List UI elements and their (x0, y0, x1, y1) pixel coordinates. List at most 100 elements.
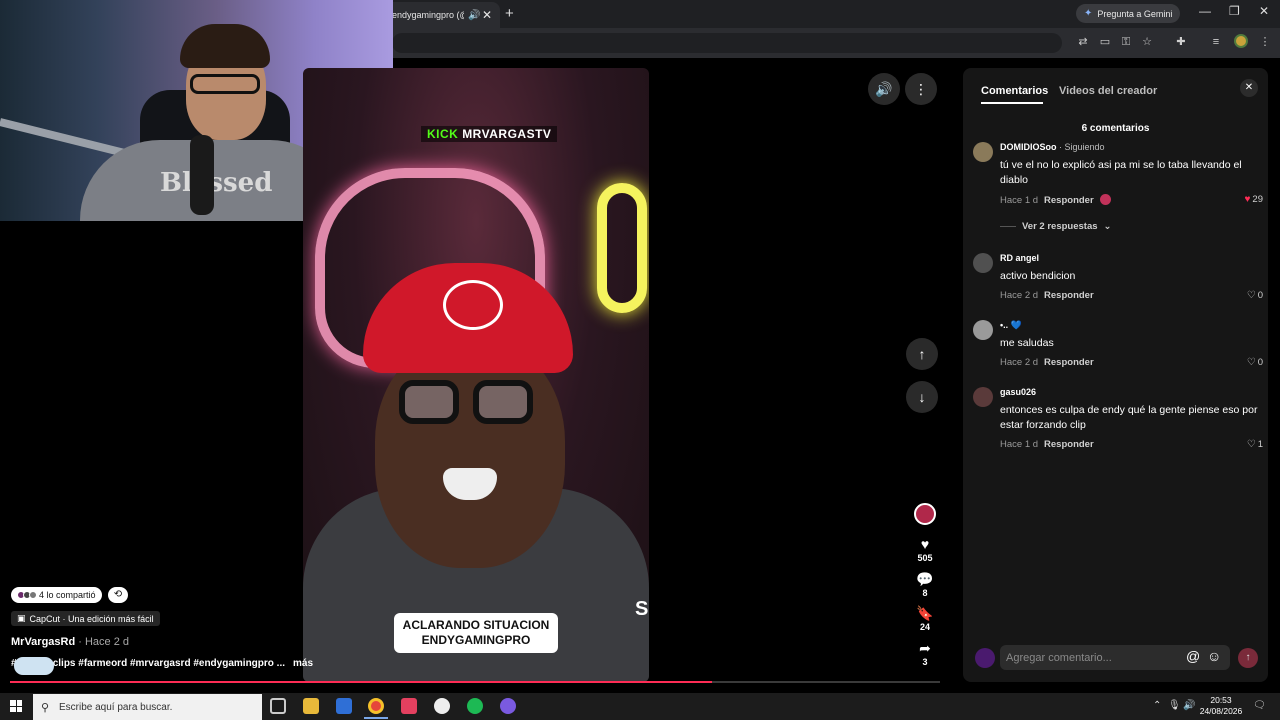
comment-text: tú ve el no lo explicó asi pa mi se lo t… (1000, 159, 1242, 186)
mention-icon[interactable]: @ (1186, 648, 1200, 664)
comment-like[interactable]: ♥ 29 (1244, 194, 1263, 205)
caption-line-1: ACLARANDO SITUACION (402, 618, 550, 632)
floating-chip[interactable] (14, 657, 54, 675)
tab-audio-icon[interactable]: 🔊 (468, 10, 480, 21)
view-replies[interactable]: Ver 2 respuestas ⌄ (1000, 221, 1112, 232)
minimize-icon[interactable]: — (1199, 4, 1211, 18)
comment-input[interactable] (1000, 645, 1170, 670)
browser-menu-icon[interactable]: ⋮ (1258, 35, 1272, 49)
tab-comments[interactable]: Comentarios (981, 85, 1048, 97)
like-button[interactable]: ♥ 505 (905, 536, 945, 564)
bookmark-icon: 🔖 (916, 605, 934, 621)
discord-icon[interactable] (500, 698, 516, 714)
tab-creator-videos[interactable]: Videos del creador (1059, 85, 1157, 97)
comment-user[interactable]: DOMIDIOSoo · Siguiendo (1000, 142, 1105, 152)
comment-like[interactable]: ♡ 0 (1247, 290, 1263, 301)
cast-icon[interactable]: ▭ (1098, 35, 1112, 49)
comments-count: 6 comentarios (1081, 123, 1150, 134)
windows-start-icon[interactable] (10, 700, 22, 712)
comment-avatar[interactable] (973, 142, 993, 162)
comment-meta: Hace 1 d Responder (1000, 194, 1111, 206)
reply-button[interactable]: Responder (1044, 195, 1094, 206)
taskbar-search[interactable]: ⚲ Escribe aquí para buscar. (33, 694, 262, 720)
comment-user[interactable]: RD angel (1000, 253, 1039, 263)
capcut-app-icon[interactable] (401, 698, 417, 714)
address-bar[interactable] (392, 33, 1062, 53)
translate-icon[interactable]: ⇄ (1076, 35, 1090, 49)
share-button[interactable]: ➦ 3 (905, 640, 945, 668)
file-explorer-icon[interactable] (303, 698, 319, 714)
chrome-icon[interactable] (368, 698, 384, 714)
comment-meta: Hace 2 d Responder (1000, 290, 1094, 301)
author-name: MrVargasRd (11, 636, 76, 648)
media-control-icon[interactable]: ≡ (1209, 35, 1223, 49)
volume-icon[interactable]: 🔊 (1183, 700, 1195, 711)
close-icon[interactable]: ✕ (1240, 79, 1258, 97)
save-button[interactable]: 🔖 24 (905, 605, 945, 633)
store-icon[interactable] (336, 698, 352, 714)
current-user-avatar (975, 648, 995, 668)
task-view-icon[interactable] (270, 698, 286, 714)
password-key-icon[interactable]: ⚿ (1119, 35, 1133, 49)
previous-video-button[interactable]: ↑ (906, 338, 938, 370)
tray-chevron-icon[interactable]: ⌃ (1153, 700, 1161, 711)
video-player[interactable]: KICK MRVARGASTV ACLARANDO SITUACION ENDY… (303, 68, 649, 682)
repost-icon[interactable]: ⟲ (108, 587, 128, 603)
sound-button[interactable]: 🔊 (868, 73, 900, 105)
more-options-button[interactable]: ⋮ (905, 73, 937, 105)
shared-text: 4 lo compartió (39, 590, 96, 600)
bookmark-star-icon[interactable]: ☆ (1140, 35, 1154, 49)
comment-user[interactable]: gasu026 (1000, 387, 1036, 397)
comment-avatar[interactable] (973, 387, 993, 407)
browser-tab[interactable]: endygamingpro (@en 🔊 ✕ (382, 2, 500, 28)
comment-username: DOMIDIOSoo (1000, 142, 1057, 152)
capcut-text: CapCut · Una edición más fácil (29, 613, 154, 624)
steam-icon[interactable] (434, 698, 450, 714)
comment-like[interactable]: ♡ 1 (1247, 439, 1263, 450)
cap-logo (443, 280, 503, 330)
shared-by-badge[interactable]: 4 lo compartió (11, 587, 102, 603)
extensions-icon[interactable]: ✚ (1174, 35, 1188, 49)
active-app-indicator (364, 717, 388, 719)
more-link[interactable]: más (293, 658, 313, 669)
creator-avatar[interactable] (914, 503, 936, 525)
send-button[interactable]: ↑ (1238, 648, 1258, 668)
comment-like-count: 0 (1257, 357, 1263, 368)
new-tab-icon[interactable]: + (505, 5, 514, 22)
reply-button[interactable]: Responder (1044, 290, 1094, 301)
profile-avatar[interactable] (1234, 34, 1248, 48)
heart-outline-icon: ♡ (1246, 439, 1256, 450)
reply-button[interactable]: Responder (1044, 357, 1094, 368)
comment-like-count: 0 (1257, 290, 1263, 301)
next-video-button[interactable]: ↓ (906, 381, 938, 413)
clock-time: 20:53 (1210, 695, 1232, 705)
microphone-icon[interactable]: 🎙 (1168, 700, 1181, 711)
shirt-print: Blessed (160, 168, 273, 198)
video-glasses-right (473, 380, 533, 424)
comment-user[interactable]: •.. 💙 (1000, 320, 1022, 331)
comment-avatar[interactable] (973, 320, 993, 340)
comment-text: me saludas (1000, 337, 1054, 349)
window-close-icon[interactable]: ✕ (1259, 4, 1269, 18)
comments-panel: Comentarios Videos del creador ✕ 6 comen… (963, 68, 1268, 682)
spotify-icon[interactable] (467, 698, 483, 714)
taskbar-clock[interactable]: 20:53 24/08/2026 (1197, 695, 1245, 717)
post-author[interactable]: MrVargasRd · Hace 2 d (11, 636, 129, 648)
emoji-icon[interactable]: ☺ (1207, 648, 1221, 664)
comment-like[interactable]: ♡ 0 (1247, 357, 1263, 368)
restore-icon[interactable]: ❐ (1229, 4, 1240, 18)
comment-like-count: 1 (1257, 439, 1263, 450)
video-edge-letter: S (635, 598, 649, 620)
creator-liked-icon (1099, 194, 1111, 205)
capcut-badge[interactable]: ▣ CapCut · Una edición más fácil (11, 611, 160, 626)
comment-button[interactable]: 💬 8 (905, 571, 945, 599)
reply-button[interactable]: Responder (1044, 439, 1094, 450)
shared-avatars (17, 591, 37, 599)
notifications-icon[interactable]: 🗨 (1253, 700, 1266, 711)
speaker-icon: 🔊 (875, 80, 893, 97)
view-replies-text: Ver 2 respuestas (1022, 221, 1098, 232)
gemini-button[interactable]: ✦ Pregunta a Gemini (1076, 4, 1181, 23)
tab-close-icon[interactable]: ✕ (482, 8, 492, 22)
comment-avatar[interactable] (973, 253, 993, 273)
post-hashtags[interactable]: # s #kickclips #farmeord #mrvargasrd #en… (11, 658, 313, 669)
